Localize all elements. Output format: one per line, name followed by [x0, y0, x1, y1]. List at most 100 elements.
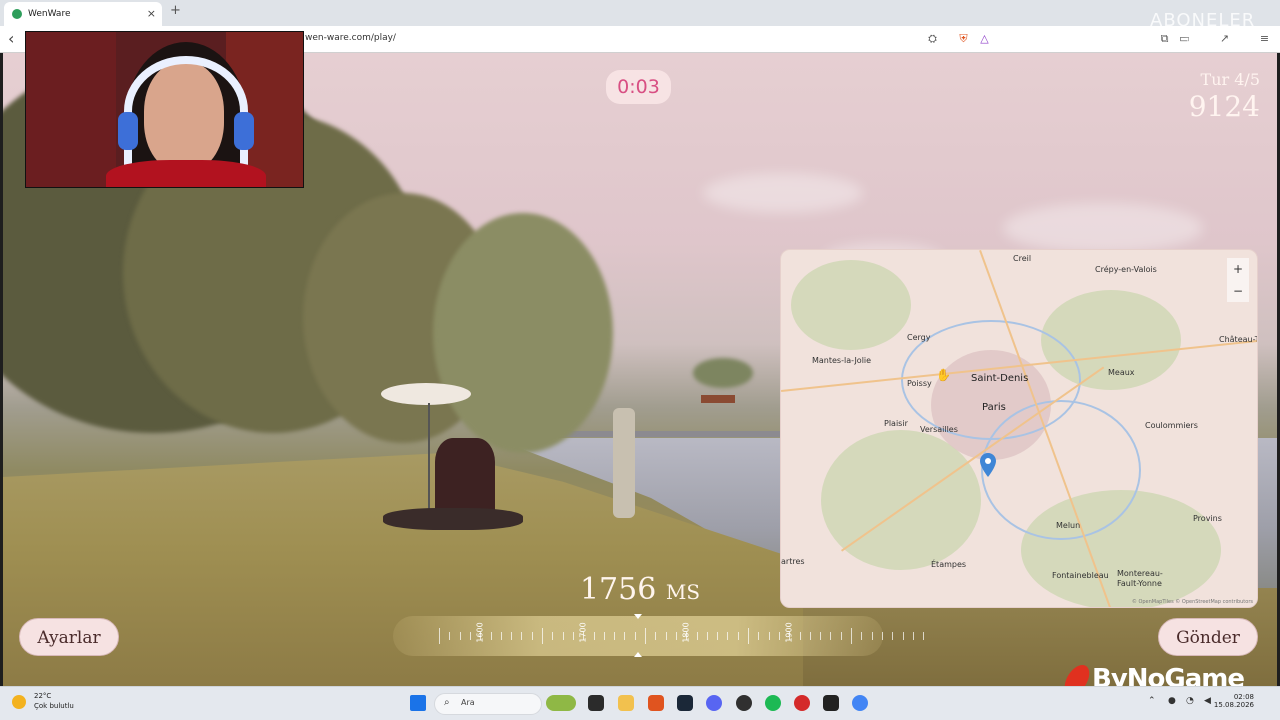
slider-tick	[748, 628, 749, 644]
streamer-webcam	[25, 31, 304, 188]
year-unit: MS	[665, 580, 701, 604]
slider-tick	[902, 632, 904, 640]
widget-game-icon[interactable]	[546, 695, 576, 711]
distant-bridge	[543, 431, 783, 437]
wenware-favicon-icon	[12, 9, 22, 19]
headset-ear-icon	[118, 112, 138, 150]
grab-cursor-icon: ✋	[936, 368, 951, 382]
zoom-in-button[interactable]: +	[1227, 258, 1249, 280]
boat	[701, 395, 735, 403]
headset-ear-icon	[234, 112, 254, 150]
slider-tick	[593, 632, 595, 640]
tray-chevron-icon[interactable]: ⌃	[1148, 696, 1156, 706]
slider-marker-top-icon[interactable]	[634, 614, 642, 619]
slider-tick	[820, 632, 822, 640]
translate-icon[interactable]: ⛭	[926, 32, 939, 45]
year-value: 1756	[579, 572, 657, 607]
browser-tabbar: WenWare × +	[0, 0, 1280, 26]
tree-canopy	[693, 358, 753, 388]
file-explorer-icon[interactable]	[618, 695, 634, 711]
brave-shield-icon[interactable]: ⛨	[957, 32, 970, 45]
subscribers-label: ABONELER	[1150, 10, 1256, 31]
chrome-icon[interactable]	[852, 695, 868, 711]
recorder-icon[interactable]	[794, 695, 810, 711]
slider-tick	[892, 632, 894, 640]
tab-wenware[interactable]: WenWare ×	[4, 2, 162, 26]
seated-painter	[435, 438, 495, 518]
slider-tick	[799, 632, 801, 640]
system-clock[interactable]: 02:08 15.08.2026	[1214, 693, 1254, 709]
slider-tick	[830, 632, 832, 640]
slider-tick	[624, 632, 626, 640]
cloud-shape	[1003, 203, 1203, 253]
headset-icon	[124, 56, 248, 166]
spotify-icon[interactable]	[765, 695, 781, 711]
tab-close-icon[interactable]: ×	[147, 2, 156, 26]
slider-tick	[552, 632, 554, 640]
subscriber-count: 17 / 20	[1183, 36, 1233, 52]
submit-button[interactable]: Gönder	[1158, 618, 1258, 656]
map-attribution[interactable]: © OpenMapTiles © OpenStreetMap contribut…	[1132, 599, 1253, 605]
tab-title: WenWare	[28, 9, 71, 19]
epic-games-icon[interactable]	[823, 695, 839, 711]
url-field[interactable]: wen-ware.com/play/	[305, 33, 396, 43]
slider-tick	[511, 632, 513, 640]
slider-tick	[542, 628, 543, 644]
slider-tick	[768, 632, 770, 640]
steam-icon[interactable]	[677, 695, 693, 711]
task-view-icon[interactable]	[588, 695, 604, 711]
guess-map[interactable]: Creil Crépy-en-Valois Cergy Château-Th M…	[780, 249, 1258, 608]
slider-tick	[469, 632, 471, 640]
microphone-icon[interactable]: ●	[1168, 696, 1176, 706]
forest-area	[791, 260, 911, 350]
extensions-icon[interactable]: ⧉	[1158, 32, 1171, 45]
place-label: Poissy	[907, 379, 932, 388]
slider-tick	[562, 632, 564, 640]
temperature: 22°C	[34, 692, 52, 700]
parasol-pole	[428, 403, 430, 523]
background-shelf	[26, 32, 116, 187]
brave-rewards-icon[interactable]: △	[978, 32, 991, 45]
slider-tick	[665, 632, 667, 640]
clock-date: 15.08.2026	[1213, 701, 1254, 709]
menu-icon[interactable]: ≡	[1258, 32, 1271, 45]
place-label: Mantes-la-Jolie	[812, 356, 872, 365]
cloud-shape	[703, 173, 863, 213]
painter-dress	[383, 508, 523, 530]
map-pin-icon[interactable]	[980, 453, 996, 477]
slider-tick	[809, 632, 811, 640]
year-guess-display: 1756 MS	[540, 572, 740, 607]
place-label: Paris	[982, 402, 1006, 413]
taskbar-search[interactable]: ⌕ Ara	[434, 693, 542, 715]
settings-button[interactable]: Ayarlar	[19, 618, 119, 656]
slider-tick	[912, 632, 914, 640]
slider-marker-bottom-icon[interactable]	[634, 652, 642, 657]
obs-icon[interactable]	[736, 695, 752, 711]
place-label: artres	[781, 557, 805, 566]
search-label: Ara	[461, 698, 475, 707]
slider-tick	[449, 632, 451, 640]
slider-tick	[614, 632, 616, 640]
place-label: Provins	[1193, 514, 1222, 523]
slider-tick	[634, 632, 636, 640]
countdown-timer: 0:03	[606, 70, 671, 104]
slider-tick	[871, 632, 873, 640]
slider-tick	[531, 632, 533, 640]
brave-browser-icon[interactable]	[648, 695, 664, 711]
year-slider[interactable]: 1600 1700 1800 1900	[393, 616, 925, 656]
discord-icon[interactable]	[706, 695, 722, 711]
slider-tick	[696, 632, 698, 640]
volume-icon[interactable]: ◀	[1204, 696, 1211, 706]
round-counter: Tur 4/5	[1200, 70, 1260, 89]
slider-tick	[851, 628, 852, 644]
network-icon[interactable]: ◔	[1186, 696, 1194, 706]
slider-tick	[645, 628, 646, 644]
back-arrow-icon[interactable]: ‹	[8, 29, 14, 48]
place-label: Fontainebleau	[1052, 571, 1109, 580]
zoom-out-button[interactable]: −	[1227, 280, 1249, 302]
slider-tick	[603, 632, 605, 640]
new-tab-button[interactable]: +	[170, 3, 181, 18]
place-label: Montereau- Fault-Yonne	[1117, 569, 1163, 588]
windows-start-icon[interactable]	[410, 695, 426, 711]
place-label: Versailles	[920, 425, 958, 434]
